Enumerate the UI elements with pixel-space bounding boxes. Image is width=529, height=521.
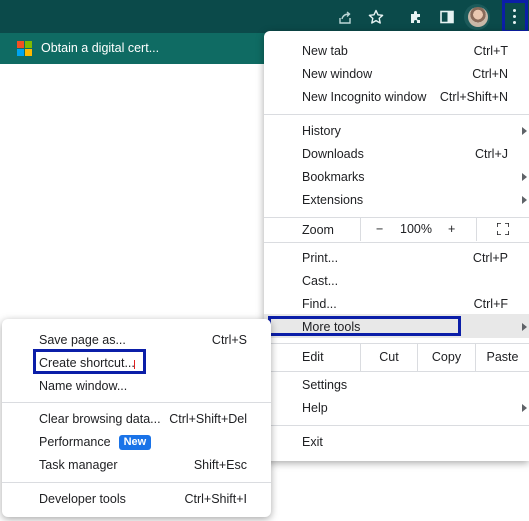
submenu-arrow-icon xyxy=(522,404,527,412)
menu-item-print[interactable]: Print... Ctrl+P xyxy=(264,247,529,270)
menu-item-shortcut: Ctrl+S xyxy=(211,333,247,347)
menu-item-shortcut: Shift+Esc xyxy=(193,458,247,472)
menu-item-help[interactable]: Help xyxy=(264,397,529,420)
menu-item-shortcut: Ctrl+J xyxy=(475,147,508,161)
edit-label: Edit xyxy=(302,350,324,364)
menu-item-label: Cast... xyxy=(302,274,339,288)
submenu-item-name-window[interactable]: Name window... xyxy=(2,375,271,398)
menu-item-cast[interactable]: Cast... xyxy=(264,270,529,293)
copy-button[interactable]: Copy xyxy=(418,344,475,371)
menu-item-label: Name window... xyxy=(39,379,128,393)
extensions-icon[interactable] xyxy=(406,7,426,27)
menu-item-settings[interactable]: Settings xyxy=(264,374,529,397)
menu-item-downloads[interactable]: Downloads Ctrl+J xyxy=(264,143,529,166)
menu-item-label: Performance xyxy=(39,435,111,449)
menu-divider xyxy=(2,402,271,403)
menu-item-label: Find... xyxy=(302,297,337,311)
menu-divider xyxy=(2,482,271,483)
menu-item-exit[interactable]: Exit xyxy=(264,431,529,454)
menu-item-new-incognito-window[interactable]: New Incognito window Ctrl+Shift+N xyxy=(264,86,529,109)
menu-item-extensions[interactable]: Extensions xyxy=(264,189,529,212)
zoom-divider xyxy=(476,218,477,241)
bookmark-item[interactable]: Obtain a digital cert... xyxy=(41,41,159,55)
menu-item-shortcut: Ctrl+Shift+I xyxy=(184,492,247,506)
new-badge: New xyxy=(118,435,152,450)
more-tools-highlight-box xyxy=(268,316,461,336)
menu-item-label: Print... xyxy=(302,251,339,265)
zoom-controls: − 100% + xyxy=(360,218,517,241)
menu-item-shortcut: Ctrl+Shift+N xyxy=(439,90,508,104)
more-tools-submenu: Save page as... Ctrl+S Create shortcut..… xyxy=(2,319,271,517)
zoom-in-button[interactable]: + xyxy=(448,222,455,236)
submenu-item-task-manager[interactable]: Task manager Shift+Esc xyxy=(2,454,271,477)
profile-avatar xyxy=(468,7,488,27)
menu-item-label: Clear browsing data... xyxy=(39,412,161,426)
menu-divider xyxy=(264,425,529,426)
zoom-label: Zoom xyxy=(302,223,334,237)
menu-item-label: Extensions xyxy=(302,193,364,207)
cut-button[interactable]: Cut xyxy=(361,344,417,371)
menu-item-new-tab[interactable]: New tab Ctrl+T xyxy=(264,40,529,63)
menu-item-shortcut: Ctrl+F xyxy=(473,297,508,311)
menu-item-history[interactable]: History xyxy=(264,120,529,143)
edit-row: Edit Cut Copy Paste xyxy=(264,344,529,371)
submenu-item-clear-browsing-data[interactable]: Clear browsing data... Ctrl+Shift+Del xyxy=(2,408,271,431)
menu-item-label: New window xyxy=(302,67,373,81)
share-icon[interactable] xyxy=(335,7,355,27)
menu-item-label: Settings xyxy=(302,378,348,392)
zoom-row: Zoom − 100% + xyxy=(264,218,529,241)
menu-item-label: Task manager xyxy=(39,458,118,472)
submenu-arrow-icon xyxy=(522,173,527,181)
menu-item-shortcut: Ctrl+Shift+Del xyxy=(169,412,247,426)
submenu-arrow-icon xyxy=(522,196,527,204)
menu-divider xyxy=(264,371,529,372)
menu-divider xyxy=(264,242,529,243)
menu-item-shortcut: Ctrl+T xyxy=(473,44,508,58)
menu-item-find[interactable]: Find... Ctrl+F xyxy=(264,293,529,316)
menu-item-label: Exit xyxy=(302,435,323,449)
menu-item-label: Downloads xyxy=(302,147,364,161)
chrome-menu-icon xyxy=(513,9,517,27)
submenu-arrow-icon xyxy=(522,323,527,331)
menu-item-shortcut: Ctrl+P xyxy=(472,251,508,265)
text-cursor-mark xyxy=(134,360,135,369)
submenu-arrow-icon xyxy=(522,127,527,135)
menu-item-shortcut: Ctrl+N xyxy=(472,67,508,81)
menu-item-bookmarks[interactable]: Bookmarks xyxy=(264,166,529,189)
menu-item-label: New tab xyxy=(302,44,348,58)
menu-item-label-group: Performance New xyxy=(39,435,152,450)
zoom-divider xyxy=(360,218,361,241)
menu-item-new-window[interactable]: New window Ctrl+N xyxy=(264,63,529,86)
submenu-item-performance[interactable]: Performance New xyxy=(2,431,271,454)
zoom-out-button[interactable]: − xyxy=(376,222,383,236)
submenu-item-developer-tools[interactable]: Developer tools Ctrl+Shift+I xyxy=(2,488,271,511)
menu-item-label: New Incognito window xyxy=(302,90,427,104)
side-panel-icon[interactable] xyxy=(437,7,457,27)
chrome-main-menu: New tab Ctrl+T New window Ctrl+N New Inc… xyxy=(264,31,529,461)
zoom-level: 100% xyxy=(400,222,432,236)
create-shortcut-highlight-box xyxy=(33,349,146,374)
fullscreen-icon[interactable] xyxy=(497,223,509,235)
menu-item-label: Save page as... xyxy=(39,333,126,347)
menu-item-label: History xyxy=(302,124,341,138)
menu-item-label: Help xyxy=(302,401,328,415)
microsoft-logo-icon xyxy=(17,41,33,57)
star-icon[interactable] xyxy=(366,7,386,27)
paste-button[interactable]: Paste xyxy=(476,344,529,371)
menu-item-label: Developer tools xyxy=(39,492,126,506)
menu-item-label: Bookmarks xyxy=(302,170,365,184)
menu-divider xyxy=(264,114,529,115)
